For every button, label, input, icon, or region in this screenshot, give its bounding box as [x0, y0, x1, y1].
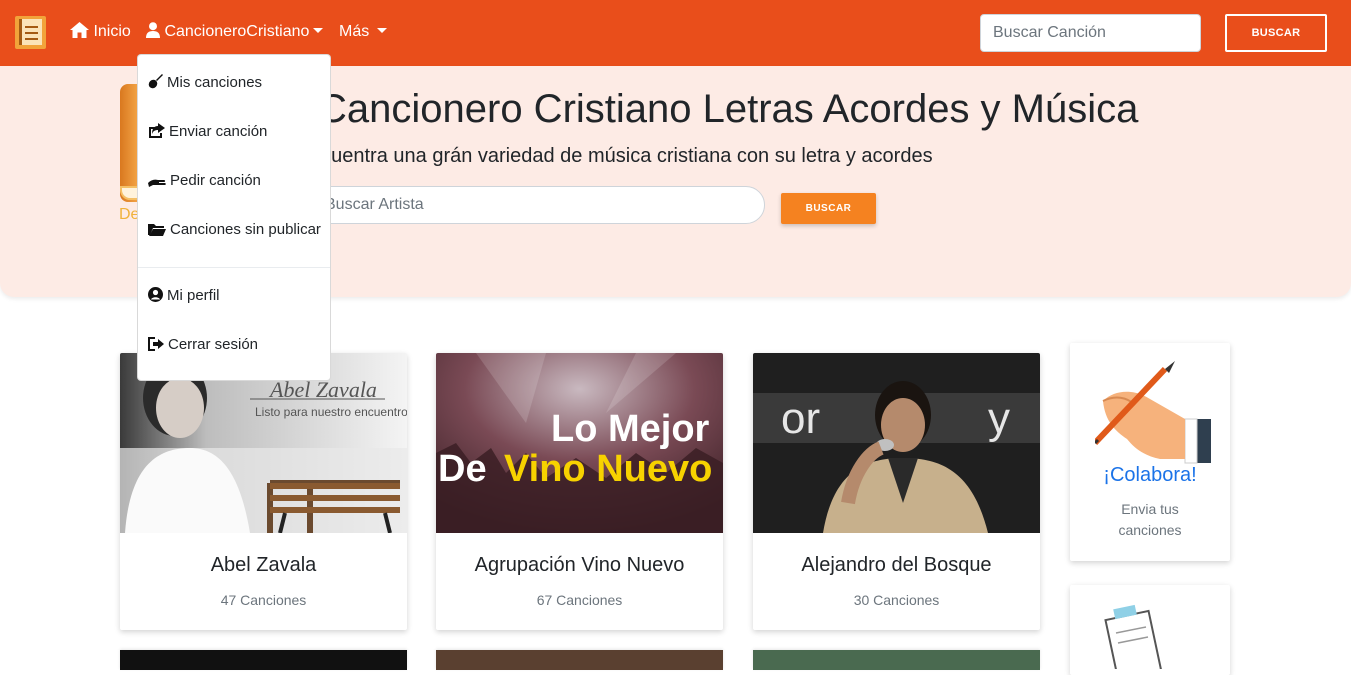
- artist-card-abel-zavala[interactable]: Abel Zavala Listo para nuestro encuentro…: [120, 353, 407, 630]
- song-search-input[interactable]: [980, 14, 1201, 52]
- menu-item-mi-perfil[interactable]: Mi perfil: [148, 284, 220, 308]
- artist-search-input[interactable]: [296, 186, 765, 224]
- songbook-logo[interactable]: [15, 16, 46, 49]
- artist-image: Lo Mejor De Vino Nuevo: [436, 353, 723, 533]
- request-song-card[interactable]: [1070, 585, 1230, 675]
- artist-name: Alejandro del Bosque: [801, 554, 992, 576]
- artist-card-next[interactable]: [120, 650, 407, 670]
- menu-item-canciones-sin-publicar[interactable]: Canciones sin publicar: [148, 218, 321, 242]
- menu-item-enviar-cancion[interactable]: Enviar canción: [148, 120, 267, 144]
- page-subtitle: ncuentra una grán variedad de música cri…: [310, 145, 933, 167]
- menu-item-label: Mi perfil: [167, 287, 220, 304]
- artist-card-next[interactable]: [436, 650, 723, 670]
- nav-inicio-label: Inicio: [93, 23, 131, 40]
- menu-item-label: Canciones sin publicar: [170, 221, 321, 238]
- menu-item-label: Mis canciones: [167, 74, 263, 91]
- menu-item-label: Cerrar sesión: [168, 336, 259, 353]
- artist-image: or y: [753, 353, 1040, 533]
- colabora-text: Envia tus canciones: [1118, 501, 1182, 538]
- menu-item-mis-canciones[interactable]: Mis canciones: [148, 71, 262, 95]
- colabora-card[interactable]: ¡Colabora! Envia tus canciones: [1070, 343, 1230, 561]
- artist-search-button[interactable]: BUSCAR: [781, 193, 876, 224]
- menu-item-pedir-cancion[interactable]: Pedir canción: [148, 169, 261, 193]
- menu-divider: [138, 267, 330, 268]
- page-title: Cancionero Cristiano Letras Acordes y Mú…: [318, 87, 1139, 131]
- song-count: 67 Canciones: [536, 592, 623, 608]
- artist-image-text: y: [988, 394, 1010, 443]
- artist-image-text: De: [438, 448, 487, 490]
- nav-mas-dropdown[interactable]: Más: [339, 22, 388, 42]
- song-search-button[interactable]: BUSCAR: [1225, 14, 1327, 52]
- artist-name: Agrupación Vino Nuevo: [474, 554, 685, 576]
- hand-icon: [148, 179, 166, 187]
- colabora-title[interactable]: ¡Colabora!: [1070, 463, 1230, 487]
- share-icon: [149, 123, 165, 138]
- artist-image-text: Vino Nuevo: [504, 448, 712, 490]
- nav-user-label: CancioneroCristiano: [164, 23, 310, 40]
- folder-open-icon: [148, 224, 166, 236]
- artist-image-text: or: [781, 394, 820, 443]
- song-count: 30 Canciones: [853, 592, 940, 608]
- artist-card-next[interactable]: [753, 650, 1040, 670]
- artist-image-text: Listo para nuestro encuentro: [255, 405, 407, 419]
- user-dropdown-menu: Mis canciones Enviar canción Pedir canci…: [137, 54, 331, 381]
- guitar-icon: [148, 74, 163, 89]
- artist-card-agrupacion-vino-nuevo[interactable]: Lo Mejor De Vino Nuevo Agrupación Vino N…: [436, 353, 723, 630]
- user-icon: [146, 22, 160, 38]
- nav-user-dropdown[interactable]: CancioneroCristiano: [146, 22, 324, 42]
- artist-image-text: Lo Mejor: [551, 408, 710, 450]
- writing-hand-icon: [1095, 361, 1211, 464]
- menu-item-label: Pedir canción: [170, 172, 261, 189]
- artist-card-alejandro-del-bosque[interactable]: or y Alejandro del Bosque 30 Canciones: [753, 353, 1040, 630]
- menu-item-cerrar-sesion[interactable]: Cerrar sesión: [148, 333, 258, 357]
- home-icon: [70, 22, 89, 38]
- song-count: 47 Canciones: [220, 592, 307, 608]
- user-circle-icon: [148, 287, 163, 302]
- sign-out-icon: [148, 337, 164, 351]
- chevron-down-icon: [313, 28, 324, 33]
- artist-name: Abel Zavala: [210, 554, 317, 576]
- notepad-icon: [1104, 604, 1163, 669]
- menu-item-label: Enviar canción: [169, 123, 268, 140]
- nav-mas-label: Más: [339, 23, 370, 40]
- chevron-down-icon: [377, 28, 388, 33]
- nav-inicio[interactable]: Inicio: [70, 22, 131, 42]
